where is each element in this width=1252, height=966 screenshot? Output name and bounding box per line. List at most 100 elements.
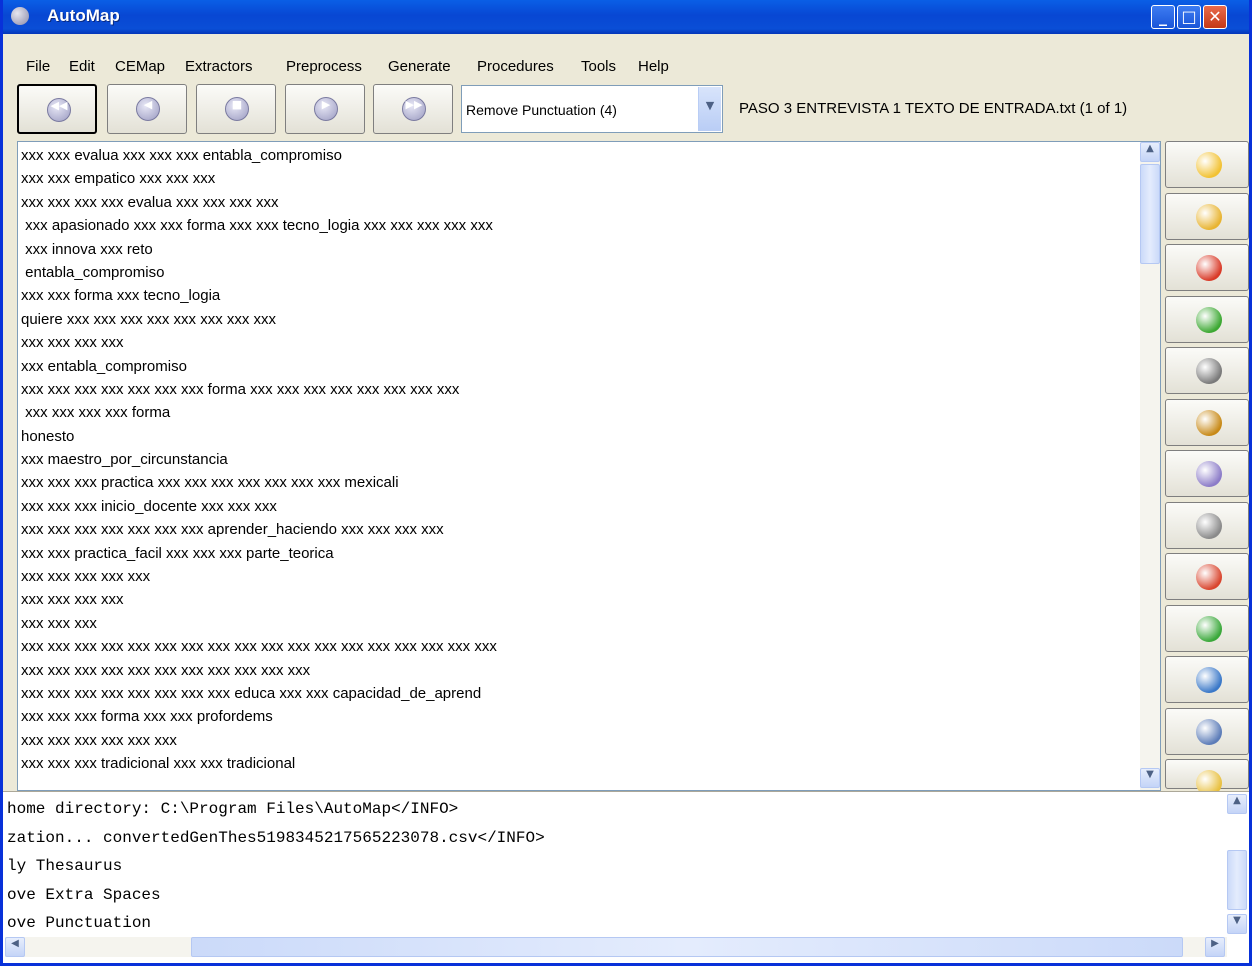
menu-file[interactable]: File [26,58,50,75]
title-bar[interactable]: AutoMap _ □ ✕ [3,0,1249,34]
log-line: home directory: C:\Program Files\AutoMap… [7,800,459,818]
minimize-icon: _ [1159,7,1167,26]
stop-icon: ■ [225,97,249,121]
run-button[interactable] [1165,295,1249,343]
text-line: xxx xxx xxx xxx xxx xxx xxx xxx educa xx… [21,684,482,702]
maximize-icon: □ [1181,7,1197,26]
delete-button[interactable] [1165,244,1249,291]
chart-button[interactable] [1165,398,1249,446]
dropdown-arrow-button[interactable]: ▼ [698,87,721,131]
next-button[interactable]: ▶ [285,84,365,134]
open-directory-button[interactable] [1165,192,1249,240]
menu-bar: File Edit CEMap Extractors Preprocess Ge… [3,55,1249,79]
log-line: zation... convertedGenThes51983452175652… [7,828,545,847]
next-icon: ▶ [314,97,338,121]
log-hscroll-thumb[interactable] [191,937,1183,957]
first-button[interactable]: ◀◀ [17,84,97,134]
open-directory-icon [1196,203,1222,230]
close-button[interactable]: ✕ [1203,5,1227,29]
text-line: honesto [21,427,75,445]
open-folder-icon [1196,152,1222,178]
chevron-down-icon: ▼ [705,99,715,112]
stamp-button[interactable] [1165,347,1249,394]
warning-button[interactable] [1165,759,1249,796]
menu-procedures[interactable]: Procedures [477,58,554,75]
thesaurus-button[interactable] [1165,707,1249,755]
chart-icon [1196,409,1222,436]
text-line: xxx xxx xxx xxx forma [21,404,171,422]
text-content[interactable]: xxx xxx evalua xxx xxx xxx entabla_compr… [21,147,497,779]
remove-edit-button[interactable] [1165,553,1249,600]
text-line: xxx xxx evalua xxx xxx xxx entabla_compr… [21,147,342,164]
scroll-down-button[interactable]: ▼ [1140,768,1160,788]
text-line: xxx xxx xxx xxx [21,334,124,352]
text-line: xxx maestro_por_circunstancia [21,451,228,469]
menu-preprocess[interactable]: Preprocess [286,58,362,75]
maximize-button[interactable]: □ [1177,5,1201,29]
text-line: xxx xxx practica_facil xxx xxx xxx parte… [21,544,334,562]
menu-help[interactable]: Help [638,58,669,75]
text-line: xxx innova xxx reto [21,240,153,258]
menu-generate[interactable]: Generate [388,58,451,75]
minimize-button[interactable]: _ [1151,5,1175,29]
text-line: xxx xxx xxx tradicional xxx xxx tradicio… [21,755,296,773]
scroll-up-button[interactable]: ▲ [1140,142,1160,162]
text-line: xxx xxx xxx [21,614,97,632]
procedure-select[interactable]: Remove Punctuation (4) ▼ [461,85,723,133]
stamp-icon [1196,358,1222,384]
text-line: xxx xxx xxx xxx xxx [21,568,151,586]
text-editor[interactable]: xxx xxx evalua xxx xxx xxx entabla_compr… [17,141,1161,791]
log-line: ove Extra Spaces [7,885,161,904]
scroll-right-button[interactable]: ▶ [1205,937,1225,957]
text-line: xxx xxx empatico xxx xxx xxx [21,170,216,188]
log-scroll-down-button[interactable]: ▼ [1227,914,1247,934]
text-line: xxx xxx xxx xxx xxx xxx xxx xxx xxx xxx … [21,638,497,656]
chevron-left-icon: ◀ [11,938,19,949]
apply-edit-icon [1196,615,1222,642]
log-scroll-thumb[interactable] [1227,850,1247,910]
log-line: ly Thesaurus [7,857,123,876]
remove-edit-icon [1196,564,1222,590]
window-title: AutoMap [47,6,120,25]
scroll-left-button[interactable]: ◀ [5,937,25,957]
thesaurus-icon [1196,718,1222,745]
open-folder-button[interactable] [1165,141,1249,188]
last-button[interactable]: ▶▶ [373,84,453,134]
text-line: xxx xxx xxx xxx [21,591,124,609]
menu-cemap[interactable]: CEMap [115,58,165,75]
menu-edit[interactable]: Edit [69,58,95,75]
chevron-up-icon: ▲ [1146,143,1154,154]
text-line: xxx xxx xxx practica xxx xxx xxx xxx xxx… [21,474,399,492]
disk-button[interactable] [1165,501,1249,549]
previous-button[interactable]: ◀ [107,84,187,134]
network-button[interactable] [1165,450,1249,497]
chevron-right-icon: ▶ [1211,938,1219,949]
text-vertical-scrollbar[interactable]: ▲ ▼ [1140,142,1160,790]
stop-button[interactable]: ■ [196,84,276,134]
log-scroll-up-button[interactable]: ▲ [1227,794,1247,814]
last-icon: ▶▶ [402,97,426,121]
close-icon: ✕ [1208,7,1222,26]
text-line: xxx xxx xxx xxx xxx xxx [21,731,177,749]
disk-icon [1196,512,1222,539]
log-panel[interactable]: home directory: C:\Program Files\AutoMap… [3,791,1249,963]
app-icon[interactable] [11,7,29,25]
scroll-thumb[interactable] [1140,164,1160,264]
text-line: xxx entabla_compromiso [21,357,187,375]
delete-icon [1196,255,1222,281]
menu-tools[interactable]: Tools [581,58,616,75]
previous-icon: ◀ [136,97,160,121]
menu-extractors[interactable]: Extractors [185,58,253,75]
first-icon: ◀◀ [47,98,71,122]
text-line: xxx xxx xxx xxx xxx xxx xxx xxx xxx xxx … [21,661,311,679]
file-info: PASO 3 ENTREVISTA 1 TEXTO DE ENTRADA.txt… [739,100,1128,117]
network-icon [1196,461,1222,487]
apply-edit-button[interactable] [1165,604,1249,652]
text-line: xxx xxx forma xxx tecno_logia [21,287,221,305]
text-line: xxx apasionado xxx xxx forma xxx xxx tec… [21,217,493,235]
text-line: entabla_compromiso [21,263,165,281]
log-horizontal-scrollbar[interactable]: ◀ ▶ [5,937,1227,957]
chevron-down-icon: ▼ [1233,915,1241,926]
automap-window: AutoMap _ □ ✕ File Edit CEMap Extractors… [0,0,1252,966]
search-button[interactable] [1165,656,1249,703]
